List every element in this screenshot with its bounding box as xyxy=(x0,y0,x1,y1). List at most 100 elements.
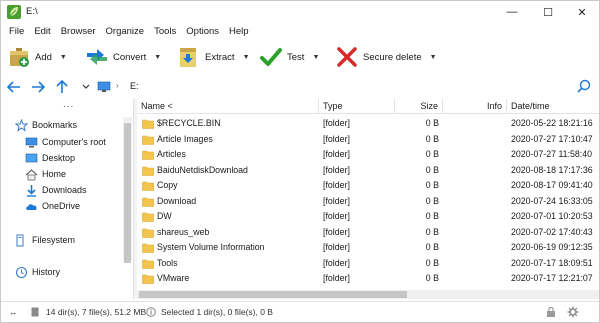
sidebar-history[interactable]: History xyxy=(15,264,60,280)
test-label: Test xyxy=(287,51,305,63)
menu-browser[interactable]: Browser xyxy=(56,23,101,41)
file-date: 2020-07-01 10:20:53 xyxy=(511,211,593,221)
up-button[interactable] xyxy=(53,78,71,96)
breadcrumb-separator-icon: › xyxy=(116,81,119,90)
file-list-horizontal-scrollbar[interactable] xyxy=(137,290,599,299)
file-name: Articles xyxy=(157,149,186,159)
add-button[interactable]: Add ▼ xyxy=(7,44,67,70)
minimize-button[interactable]: — xyxy=(495,1,529,23)
computer-icon xyxy=(25,137,38,147)
resize-arrows-icon[interactable]: ↔ xyxy=(9,307,18,317)
sidebar-more-button[interactable]: ... xyxy=(63,99,74,110)
column-header-name[interactable]: Name < xyxy=(137,99,319,114)
delete-x-icon xyxy=(337,47,357,67)
test-button[interactable]: Test ▼ xyxy=(259,44,319,70)
table-row[interactable]: BaiduNetdiskDownload [folder] 0 B 2020-08-1… xyxy=(137,163,599,179)
history-dropdown-button[interactable] xyxy=(77,78,95,96)
file-date: 2020-06-19 09:12:35 xyxy=(511,242,593,252)
file-size: 0 B xyxy=(425,273,439,283)
menu-file[interactable]: File xyxy=(4,23,29,41)
file-name: Tools xyxy=(157,257,178,268)
file-size: 0 B xyxy=(425,257,439,268)
chevron-down-icon xyxy=(82,84,90,89)
close-button[interactable]: ✕ xyxy=(565,1,599,23)
table-row[interactable]: shareus_web [folder] 0 B 2020-07-02 17:40:4… xyxy=(137,225,599,241)
sidebar-item-onedrive[interactable]: OneDrive xyxy=(25,198,80,214)
sidebar-filesystem[interactable]: Filesystem xyxy=(15,232,75,248)
sidebar-scrollbar[interactable] xyxy=(123,117,132,263)
add-dropdown-icon[interactable]: ▼ xyxy=(60,54,67,61)
menu-options[interactable]: Options xyxy=(181,23,224,41)
table-row[interactable]: System Volume Information [folder] 0 B 2020… xyxy=(137,240,599,256)
secure-delete-dropdown-icon[interactable]: ▼ xyxy=(430,54,437,61)
folder-icon xyxy=(142,181,154,191)
sidebar-history-label: History xyxy=(32,267,61,277)
file-name: Download xyxy=(157,195,197,206)
forward-button[interactable] xyxy=(29,78,47,96)
table-row[interactable]: $RECYCLE.BIN [folder] 0 B 2020-05-22 18:21:… xyxy=(137,116,599,132)
maximize-button[interactable]: ☐ xyxy=(531,1,565,23)
column-header-info[interactable]: Info xyxy=(443,99,507,114)
add-archive-icon xyxy=(10,48,29,67)
app-window: E:\ — ☐ ✕ File Edit Browser Organize Too… xyxy=(0,0,600,323)
sidebar-item-label: Home xyxy=(42,169,67,179)
table-row[interactable]: DW [folder] 0 B 2020-07-01 10:20:53 xyxy=(137,209,599,225)
table-row[interactable]: Copy [folder] 0 B 2020-08-17 09:41:40 xyxy=(137,178,599,194)
extract-label: Extract xyxy=(205,51,235,63)
table-row[interactable]: VMware [folder] 0 B 2020-07-17 12:21:07 xyxy=(137,271,599,287)
table-row[interactable]: Tools [folder] 0 B 2020-07-17 18:09:51 xyxy=(137,256,599,272)
column-header-date[interactable]: Date/time xyxy=(507,99,599,114)
sidebar-bookmarks[interactable]: Bookmarks xyxy=(15,117,77,133)
computer-location-button[interactable] xyxy=(95,78,113,96)
extract-button[interactable]: Extract ▼ xyxy=(177,44,250,70)
menu-edit[interactable]: Edit xyxy=(29,23,55,41)
sidebar-item-desktop[interactable]: Desktop xyxy=(25,150,75,166)
file-type: [folder] xyxy=(323,257,350,268)
file-date: 2020-07-02 17:40:43 xyxy=(511,226,593,237)
search-button[interactable] xyxy=(577,79,593,95)
up-arrow-icon xyxy=(56,80,68,93)
file-size: 0 B xyxy=(425,149,439,159)
status-left-text: 14 dir(s), 7 file(s), 51.2 MB xyxy=(46,307,147,317)
file-size: 0 B xyxy=(425,180,439,190)
status-right-text: Selected 1 dir(s), 0 file(s), 0 B xyxy=(161,307,273,317)
sidebar-scrollbar-thumb[interactable] xyxy=(124,123,131,263)
convert-button[interactable]: Convert ▼ xyxy=(85,44,161,70)
convert-dropdown-icon[interactable]: ▼ xyxy=(154,54,161,61)
secure-delete-button[interactable]: Secure delete ▼ xyxy=(335,44,437,70)
title-bar: E:\ — ☐ ✕ xyxy=(1,1,599,23)
table-row[interactable]: Articles [folder] 0 B 2020-07-27 11:58:40 xyxy=(137,147,599,163)
folder-icon xyxy=(142,212,154,222)
status-bar: ↔ 14 dir(s), 7 file(s), 51.2 MB Selected… xyxy=(1,301,599,322)
test-dropdown-icon[interactable]: ▼ xyxy=(312,54,319,61)
menu-help[interactable]: Help xyxy=(224,23,254,41)
file-size: 0 B xyxy=(425,211,439,221)
column-header-size[interactable]: Size xyxy=(395,99,443,114)
file-date: 2020-07-17 18:09:51 xyxy=(511,257,593,268)
menu-tools[interactable]: Tools xyxy=(149,23,181,41)
folder-icon xyxy=(142,274,154,284)
settings-gear-icon[interactable] xyxy=(567,306,579,318)
table-row[interactable]: Article Images [folder] 0 B 2020-07-27 17:1… xyxy=(137,132,599,148)
file-name: VMware xyxy=(157,273,190,283)
file-type: [folder] xyxy=(323,211,350,221)
sidebar-item-home[interactable]: Home xyxy=(25,166,66,182)
file-name: DW xyxy=(157,211,172,221)
lock-icon[interactable] xyxy=(546,306,556,318)
table-row[interactable]: Download [folder] 0 B 2020-07-24 16:33:05 xyxy=(137,194,599,210)
back-button[interactable] xyxy=(5,78,23,96)
file-date: 2020-05-22 18:21:16 xyxy=(511,118,593,128)
sidebar-item-computers-root[interactable]: Computer's root xyxy=(25,134,106,150)
column-header-type[interactable]: Type xyxy=(319,99,395,114)
file-size: 0 B xyxy=(425,133,439,144)
folder-icon xyxy=(142,243,154,253)
back-arrow-icon xyxy=(7,81,20,93)
sidebar-item-downloads[interactable]: Downloads xyxy=(25,182,87,198)
horizontal-scrollbar-thumb[interactable] xyxy=(139,291,407,298)
address-path[interactable]: E: xyxy=(130,81,139,91)
sidebar-item-label: Computer's root xyxy=(42,137,106,147)
menu-organize[interactable]: Organize xyxy=(101,23,150,41)
extract-dropdown-icon[interactable]: ▼ xyxy=(243,54,250,61)
test-check-icon xyxy=(260,48,282,66)
filesystem-icon xyxy=(16,234,24,246)
